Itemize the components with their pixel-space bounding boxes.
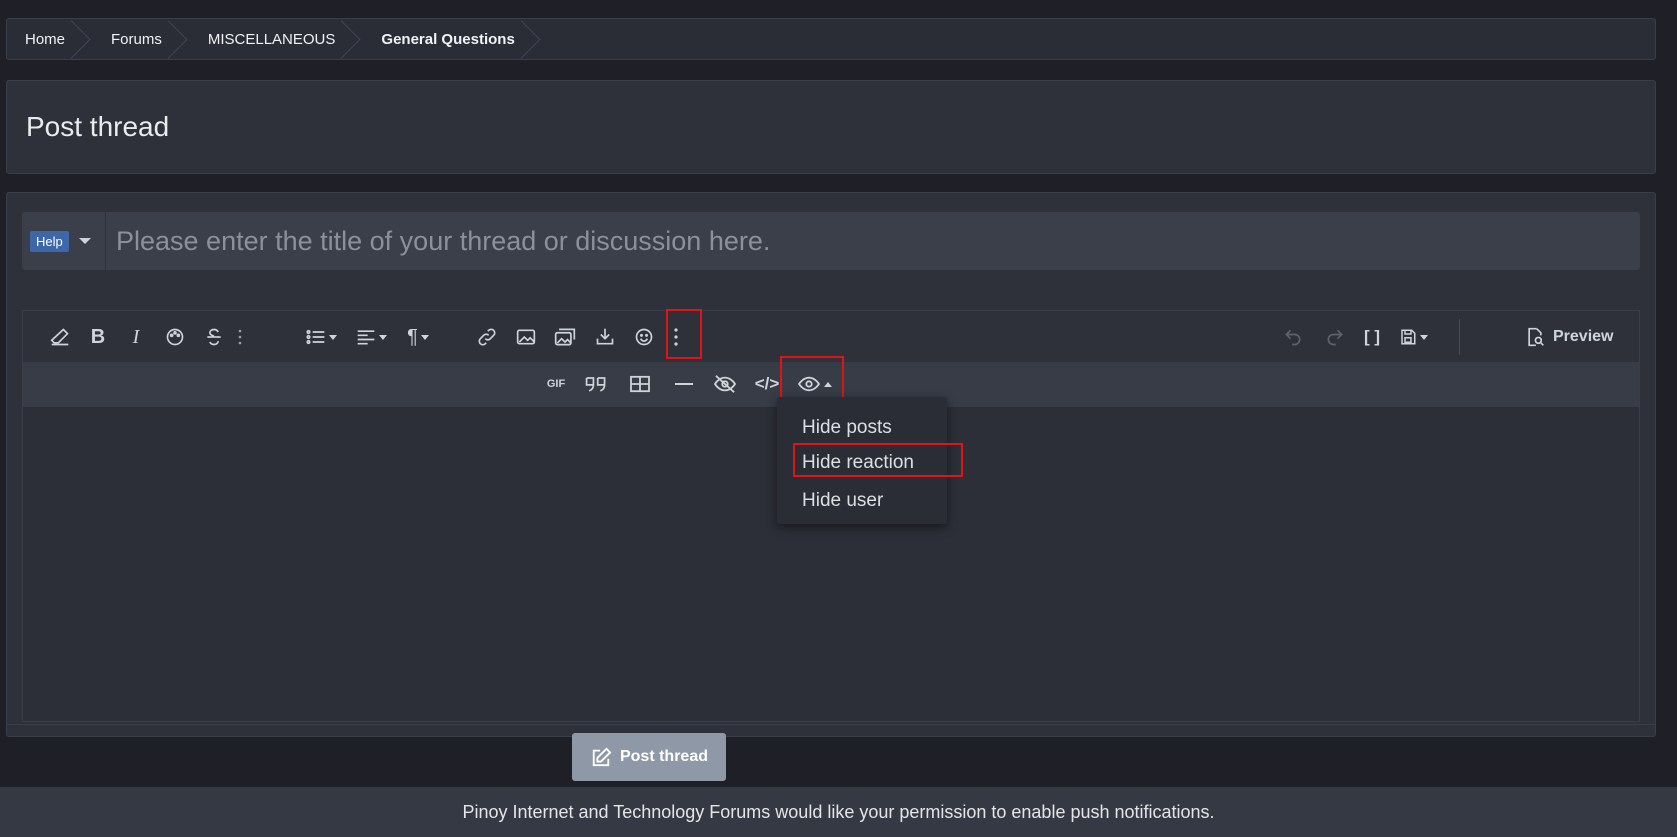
page-header: Post thread [6,80,1656,174]
more-vertical-icon[interactable] [229,319,251,355]
notice-text: Pinoy Internet and Technology Forums wou… [462,801,1215,822]
bold-icon[interactable]: B [83,319,113,355]
prefix-badge: Help [30,230,69,252]
bbcode-toggle-icon[interactable]: [ ] [1357,319,1387,355]
italic-icon[interactable]: I [121,319,151,355]
quote-icon[interactable] [579,366,613,402]
gif-glyph: GIF [546,378,566,390]
post-thread-button[interactable]: Post thread [572,733,726,781]
breadcrumb-miscellaneous-label: MISCELLANEOUS [207,30,336,48]
breadcrumb-general-questions-label: General Questions [381,30,515,48]
toolbar-divider [1459,319,1460,355]
thread-title-input[interactable] [106,212,1640,270]
breadcrumb-separator [168,19,190,59]
menu-item-label: Hide posts [802,417,892,438]
link-icon[interactable] [472,319,502,355]
chevron-up-icon [823,381,832,387]
breadcrumb-separator [521,19,543,59]
chevron-down-icon [1419,334,1428,340]
code-glyph: </> [754,374,780,393]
prefix-selector[interactable]: Help [22,212,106,270]
drafts-icon[interactable] [1393,319,1433,355]
smiley-icon[interactable] [629,319,659,355]
palette-icon[interactable] [160,319,190,355]
preview-label: Preview [1553,328,1614,345]
preview-button[interactable]: Preview [1525,319,1613,355]
edit-icon [592,747,612,767]
menu-item-label: Hide user [802,490,884,511]
table-icon[interactable] [623,366,657,402]
chevron-down-icon [78,238,91,244]
breadcrumb-separator [341,19,363,59]
bbcode-glyph: [ ] [1363,327,1381,346]
chevron-down-icon [328,334,337,340]
spoiler-icon[interactable] [708,366,742,402]
bold-glyph: B [90,325,106,348]
list-icon[interactable] [301,319,341,355]
breadcrumb-forums[interactable]: Forums [83,19,180,59]
paragraph-glyph: ¶ [407,325,418,348]
media-icon[interactable] [550,319,580,355]
post-thread-label: Post thread [619,748,708,765]
horizontal-line-icon[interactable] [667,366,701,402]
eraser-icon[interactable] [45,319,75,355]
gif-icon[interactable]: GIF [539,366,573,402]
form-submit-row [6,724,1656,784]
breadcrumb-forums-label: Forums [111,30,162,48]
more-options-icon[interactable] [661,319,691,355]
breadcrumb-home-label: Home [25,30,66,48]
image-icon[interactable] [511,319,541,355]
menu-item-label: Hide reaction [802,452,914,473]
page-title: Post thread [26,111,170,142]
thread-title-row: Help [22,212,1640,270]
strikethrough-icon[interactable] [199,319,229,355]
breadcrumb-home[interactable]: Home [7,19,83,59]
menu-item-hide-reaction[interactable]: Hide reaction [777,445,947,481]
hide-dropdown-menu: Hide posts Hide reaction Hide user [777,397,947,524]
breadcrumb: Home Forums MISCELLANEOUS General Questi… [6,18,1656,60]
chevron-down-icon [420,334,429,340]
editor-toolbar-main: B I ¶ [] Preview [23,311,1639,362]
insert-icon[interactable] [590,319,620,355]
preview-icon [1528,327,1544,347]
redo-icon[interactable] [1320,319,1350,355]
menu-item-hide-posts[interactable]: Hide posts [777,410,947,446]
breadcrumb-separator [71,19,93,59]
menu-item-hide-user[interactable]: Hide user [777,483,947,519]
align-icon[interactable] [351,319,391,355]
push-notification-notice[interactable]: Pinoy Internet and Technology Forums wou… [0,787,1677,837]
breadcrumb-miscellaneous[interactable]: MISCELLANEOUS [180,19,354,59]
breadcrumb-general-questions[interactable]: General Questions [353,19,532,59]
undo-icon[interactable] [1278,319,1308,355]
italic-glyph: I [132,325,140,348]
paragraph-icon[interactable]: ¶ [398,319,438,355]
chevron-down-icon [378,334,387,340]
